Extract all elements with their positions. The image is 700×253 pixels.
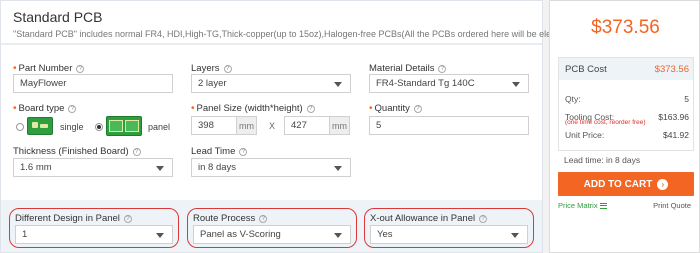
chevron-down-icon <box>334 165 342 171</box>
unit-label: mm <box>236 117 256 134</box>
required-marker: • <box>13 63 17 74</box>
thickness-label: Thickness (Finished Board)? <box>13 146 141 157</box>
single-board-icon <box>27 117 53 135</box>
help-icon[interactable]: ? <box>223 64 232 73</box>
quantity-input[interactable]: 5 <box>369 116 529 135</box>
unit-price-row: Unit Price: $41.92 <box>565 130 689 140</box>
print-quote-link[interactable]: Print Quote <box>653 201 691 210</box>
material-label: Material Details? <box>369 63 447 74</box>
help-icon[interactable]: ? <box>413 104 422 113</box>
board-type-single-radio[interactable] <box>16 123 24 131</box>
part-number-input[interactable]: MayFlower <box>13 74 173 93</box>
board-type-panel-radio[interactable] <box>95 123 103 131</box>
xout-allowance-label: X-out Allowance in Panel? <box>370 213 488 224</box>
pcb-cost-label: PCB Cost <box>565 64 607 75</box>
layers-select[interactable]: 2 layer <box>191 74 351 93</box>
menu-icon <box>599 202 607 209</box>
panel-height-input[interactable]: 427 mm <box>284 116 350 135</box>
different-design-select[interactable]: 1 <box>15 225 173 244</box>
panel-board-icon <box>106 116 142 136</box>
material-select[interactable]: FR4-Standard Tg 140C <box>369 74 529 93</box>
size-separator: X <box>269 121 276 131</box>
form-description: "Standard PCB" includes normal FR4, HDI,… <box>13 29 612 39</box>
board-type-label: • Board type? <box>13 103 77 114</box>
panel-size-label: • Panel Size (width*height)? <box>191 103 315 114</box>
unit-label: mm <box>329 117 349 134</box>
help-icon[interactable]: ? <box>438 64 447 73</box>
xout-allowance-select[interactable]: Yes <box>370 225 528 244</box>
pcb-form-panel: Standard PCB "Standard PCB" includes nor… <box>0 0 611 253</box>
required-marker: • <box>13 103 17 114</box>
thickness-select[interactable]: 1.6 mm <box>13 158 173 177</box>
route-process-select[interactable]: Panel as V-Scoring <box>193 225 351 244</box>
panel-width-input[interactable]: 398 mm <box>191 116 257 135</box>
cost-breakdown: PCB Cost $373.56 Qty: 5 Tooling Cost: $163… <box>558 57 694 151</box>
lead-time-label: Lead Time? <box>191 146 248 157</box>
pcb-cost-value: $373.56 <box>654 64 689 75</box>
required-marker: • <box>369 103 373 114</box>
pcb-quote-page: Standard PCB "Standard PCB" includes nor… <box>0 0 700 253</box>
help-icon[interactable]: ? <box>259 214 268 223</box>
chevron-down-icon <box>156 232 164 238</box>
chevron-down-icon <box>511 232 519 238</box>
help-icon[interactable]: ? <box>68 104 77 113</box>
price-matrix-link[interactable]: Price Matrix <box>558 201 607 210</box>
help-icon[interactable]: ? <box>132 147 141 156</box>
price-summary-panel: $373.56 PCB Cost $373.56 Qty: 5 Tooling C… <box>549 0 700 253</box>
help-icon[interactable]: ? <box>123 214 132 223</box>
lead-time-text: Lead time: in 8 days <box>564 155 641 165</box>
different-design-label: Different Design in Panel? <box>15 213 132 224</box>
total-price: $373.56 <box>591 17 660 38</box>
help-icon[interactable]: ? <box>306 104 315 113</box>
add-to-cart-button[interactable]: ADD TO CART › <box>558 172 694 196</box>
layers-label: Layers? <box>191 63 232 74</box>
tooling-note: (one time cost, reorder free) <box>565 119 646 126</box>
divider <box>1 43 542 45</box>
quantity-label: • Quantity? <box>369 103 422 114</box>
pcb-cost-row: PCB Cost $373.56 <box>559 58 693 80</box>
page-title: Standard PCB <box>13 9 103 25</box>
chevron-down-icon <box>512 81 520 87</box>
help-icon[interactable]: ? <box>239 147 248 156</box>
board-type-single-label: single <box>60 122 84 132</box>
chevron-down-icon <box>156 165 164 171</box>
lead-time-select[interactable]: in 8 days <box>191 158 351 177</box>
chevron-down-icon <box>334 81 342 87</box>
help-icon[interactable]: ? <box>479 214 488 223</box>
part-number-label: • Part Number? <box>13 63 85 74</box>
required-marker: • <box>191 103 195 114</box>
qty-row: Qty: 5 <box>565 94 689 104</box>
board-type-panel-label: panel <box>148 122 171 132</box>
chevron-down-icon <box>334 232 342 238</box>
route-process-label: Route Process? <box>193 213 268 224</box>
arrow-right-icon: › <box>657 178 669 190</box>
help-icon[interactable]: ? <box>76 64 85 73</box>
